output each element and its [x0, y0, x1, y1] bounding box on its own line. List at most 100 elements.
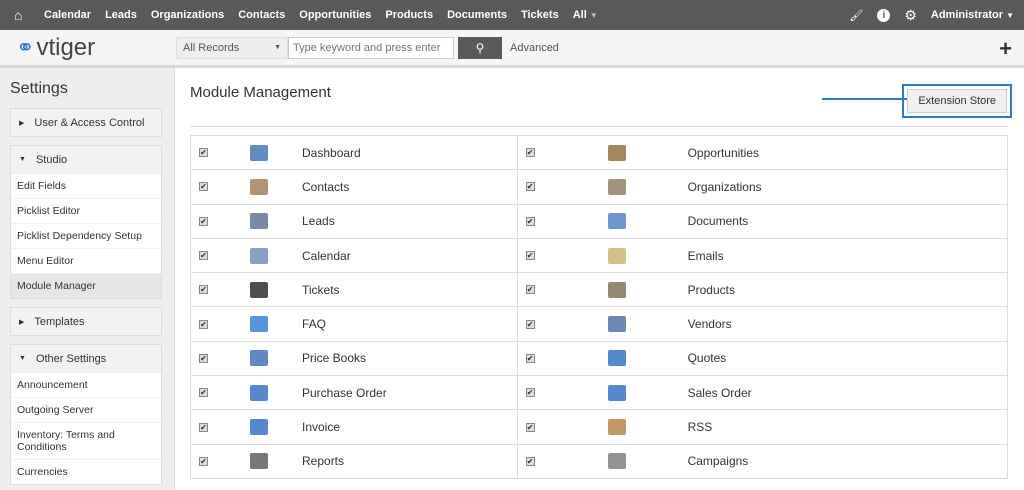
gear-icon[interactable]: ⚙: [904, 7, 917, 24]
nav-documents[interactable]: Documents: [447, 9, 507, 21]
search-button[interactable]: ⚲: [458, 36, 502, 59]
panel-label: User & Access Control: [34, 116, 145, 129]
module-grid: ✔ Dashboard ✔ Opportunities ✔ Contacts ✔ Organi…: [190, 135, 1008, 479]
module-enabled-checkbox[interactable]: ✔: [199, 182, 208, 192]
module-name[interactable]: Reports: [302, 454, 344, 468]
nav-organizations[interactable]: Organizations: [151, 9, 224, 21]
panel-header[interactable]: ▶ User & Access Control: [11, 109, 161, 136]
module-row: ✔ Reports ✔ Campaigns: [191, 444, 1008, 479]
module-enabled-checkbox[interactable]: ✔: [199, 251, 208, 261]
module-name[interactable]: Emails: [688, 249, 724, 263]
module-enabled-checkbox[interactable]: ✔: [525, 148, 535, 158]
lead-card-icon: [250, 213, 268, 230]
main-content: Module Management Extension Store ✔ Dashb…: [176, 68, 1024, 490]
module-cell: ✔ Purchase Order: [191, 376, 518, 411]
module-cell: ✔ Documents: [517, 204, 1008, 239]
sidebar-item-currencies[interactable]: Currencies: [11, 459, 161, 484]
panel-header[interactable]: ▼ Other Settings: [11, 345, 161, 372]
advanced-search-link[interactable]: Advanced: [510, 42, 559, 54]
caret-down-icon: ▼: [19, 156, 26, 163]
module-cell: ✔ Price Books: [191, 341, 518, 377]
panel-label: Other Settings: [35, 352, 107, 365]
home-icon[interactable]: ⌂: [14, 7, 30, 23]
module-cell: ✔ Contacts: [191, 170, 518, 205]
sidebar-item-outgoing-server[interactable]: Outgoing Server: [11, 397, 161, 422]
logo-text: vtiger: [36, 33, 96, 61]
module-name[interactable]: Campaigns: [688, 454, 749, 468]
module-name[interactable]: Leads: [302, 214, 335, 228]
module-name[interactable]: Calendar: [302, 249, 351, 263]
module-name[interactable]: Vendors: [688, 317, 732, 331]
module-enabled-checkbox[interactable]: ✔: [199, 216, 208, 226]
plus-icon[interactable]: +: [999, 36, 1012, 62]
purchase-order-icon: [250, 384, 268, 401]
module-row: ✔ Dashboard ✔ Opportunities: [191, 136, 1008, 171]
panel-user-access-control: ▶ User & Access Control: [10, 108, 162, 137]
module-enabled-checkbox[interactable]: ✔: [525, 251, 535, 261]
nav-calendar[interactable]: Calendar: [44, 9, 91, 21]
module-cell: ✔ Invoice: [191, 410, 518, 445]
sidebar-item-module-manager[interactable]: Module Manager: [11, 273, 161, 298]
module-name[interactable]: Quotes: [688, 351, 727, 365]
rss-icon: [607, 419, 626, 436]
caret-right-icon: ▶: [19, 119, 25, 127]
module-enabled-checkbox[interactable]: ✔: [199, 422, 208, 432]
module-enabled-checkbox[interactable]: ✔: [199, 456, 208, 466]
nav-all[interactable]: All ▼: [573, 9, 598, 21]
search-input[interactable]: [288, 36, 454, 59]
sidebar-item-picklist-dependency[interactable]: Picklist Dependency Setup: [11, 223, 161, 248]
module-cell: ✔ Campaigns: [517, 444, 1008, 479]
module-enabled-checkbox[interactable]: ✔: [199, 148, 208, 158]
nav-contacts[interactable]: Contacts: [238, 9, 285, 21]
module-name[interactable]: Dashboard: [302, 146, 361, 160]
module-name[interactable]: Products: [688, 283, 735, 297]
calendar-icon: [250, 247, 268, 264]
module-enabled-checkbox[interactable]: ✔: [525, 285, 535, 295]
sidebar-item-menu-editor[interactable]: Menu Editor: [11, 248, 161, 273]
extension-store-highlight: Extension Store: [902, 84, 1012, 118]
brush-icon[interactable]: 🖌: [849, 9, 863, 22]
header-bar: ⚭vtiger All Records ▼ ⚲ Advanced +: [0, 30, 1024, 68]
module-name[interactable]: Documents: [688, 214, 749, 228]
module-enabled-checkbox[interactable]: ✔: [525, 456, 535, 466]
module-enabled-checkbox[interactable]: ✔: [199, 353, 208, 363]
module-name[interactable]: RSS: [688, 420, 713, 434]
sidebar-item-inventory-terms[interactable]: Inventory: Terms and Conditions: [11, 422, 161, 459]
info-icon[interactable]: i: [877, 8, 891, 22]
extension-store-button[interactable]: Extension Store: [907, 89, 1007, 113]
sidebar-item-edit-fields[interactable]: Edit Fields: [11, 173, 161, 198]
search-scope-select[interactable]: All Records ▼: [176, 36, 288, 59]
panel-header[interactable]: ▶ Templates: [11, 308, 161, 335]
module-name[interactable]: FAQ: [302, 317, 326, 331]
nav-tickets[interactable]: Tickets: [521, 9, 559, 21]
chevron-down-icon: ▼: [589, 11, 598, 20]
module-name[interactable]: Invoice: [302, 420, 340, 434]
panel-label: Templates: [34, 315, 85, 328]
sidebar-item-picklist-editor[interactable]: Picklist Editor: [11, 198, 161, 223]
nav-leads[interactable]: Leads: [105, 9, 137, 21]
module-name[interactable]: Price Books: [302, 351, 366, 365]
module-enabled-checkbox[interactable]: ✔: [525, 319, 535, 329]
module-name[interactable]: Organizations: [688, 180, 762, 194]
vtiger-logo[interactable]: ⚭ vtiger: [16, 34, 176, 62]
user-menu[interactable]: Administrator ▼: [931, 9, 1014, 21]
module-enabled-checkbox[interactable]: ✔: [525, 353, 535, 363]
module-name[interactable]: Purchase Order: [302, 386, 387, 400]
module-enabled-checkbox[interactable]: ✔: [199, 319, 208, 329]
panel-header[interactable]: ▼ Studio: [11, 146, 161, 173]
module-enabled-checkbox[interactable]: ✔: [525, 422, 535, 432]
module-enabled-checkbox[interactable]: ✔: [525, 216, 535, 226]
module-enabled-checkbox[interactable]: ✔: [199, 388, 208, 398]
nav-opportunities[interactable]: Opportunities: [299, 9, 371, 21]
module-name[interactable]: Tickets: [302, 283, 340, 297]
module-name[interactable]: Contacts: [302, 180, 349, 194]
module-enabled-checkbox[interactable]: ✔: [525, 182, 535, 192]
sidebar-item-announcement[interactable]: Announcement: [11, 372, 161, 397]
module-name[interactable]: Opportunities: [688, 146, 759, 160]
module-name[interactable]: Sales Order: [688, 386, 752, 400]
module-cell: ✔ Products: [517, 273, 1008, 308]
nav-products[interactable]: Products: [385, 9, 433, 21]
module-enabled-checkbox[interactable]: ✔: [199, 285, 208, 295]
module-row: ✔ Calendar ✔ Emails: [191, 238, 1008, 274]
module-enabled-checkbox[interactable]: ✔: [525, 388, 535, 398]
